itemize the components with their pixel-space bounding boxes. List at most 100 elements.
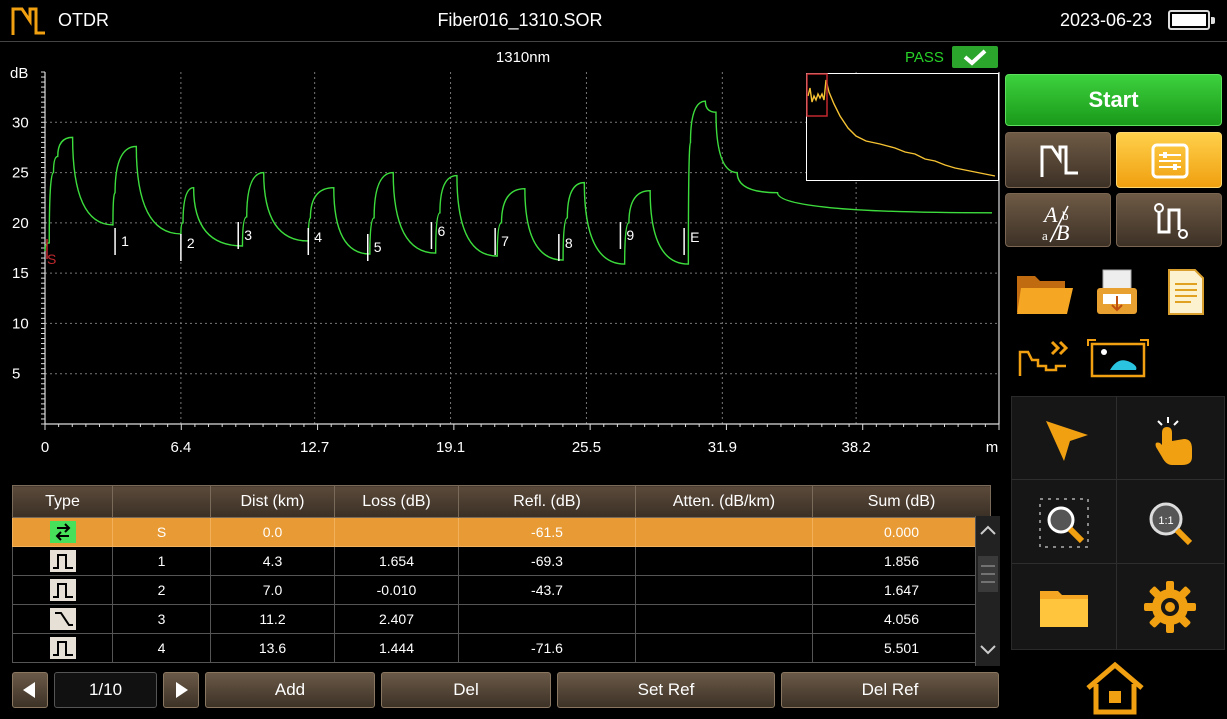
y-tick-label: dB [10, 65, 28, 82]
folder-open-icon[interactable] [1013, 266, 1077, 318]
table-settings-icon [1151, 143, 1189, 179]
add-event-button[interactable]: Add [205, 672, 375, 708]
cell-sum: 1.856 [812, 546, 991, 576]
save-file-icon[interactable] [1093, 266, 1145, 318]
hand-touch-icon [1155, 417, 1192, 465]
cell-sum: 4.056 [812, 604, 991, 634]
cell-refl: -61.5 [458, 517, 636, 547]
svg-text:B: B [1056, 220, 1069, 245]
zoom-reset-button[interactable]: 1:1 [1120, 483, 1220, 563]
file-name: Fiber016_1310.SOR [437, 10, 603, 30]
touch-mode-button[interactable] [1120, 399, 1220, 479]
table-scrollbar[interactable] [975, 516, 1000, 666]
triangle-left-icon [23, 682, 35, 698]
cell-refl: -69.3 [458, 546, 636, 576]
trace-view-button[interactable] [1005, 132, 1111, 188]
cell-loss: 2.407 [334, 604, 459, 634]
cell-event: 1 [112, 546, 211, 576]
x-tick-label: 19.1 [436, 439, 465, 456]
event-label: 8 [565, 235, 573, 251]
folder-icon [1040, 591, 1088, 627]
cell-dist: 13.6 [210, 633, 335, 663]
settings-button[interactable] [1120, 567, 1220, 647]
cell-loss: -0.010 [334, 575, 459, 605]
wavelength-label: 1310nm [496, 49, 550, 66]
cell-event: 4 [112, 633, 211, 663]
table-row[interactable]: S 0.0 -61.5 0.000 [12, 517, 991, 547]
y-tick-label: 25 [12, 165, 29, 182]
table-row[interactable]: 3 11.2 2.407 4.056 [12, 604, 991, 634]
page-indicator: 1/10 [54, 672, 157, 708]
x-tick-label: m [986, 439, 999, 456]
delete-event-button[interactable]: Del [381, 672, 551, 708]
svg-text:a: a [1042, 228, 1048, 243]
cell-sum: 1.647 [812, 575, 991, 605]
table-row[interactable]: 2 7.0 -0.010 -43.7 1.647 [12, 575, 991, 605]
cell-loss: 1.444 [334, 633, 459, 663]
cell-dist: 7.0 [210, 575, 335, 605]
event-markers: S 1 2 3 4 5 6 7 8 9 E [46, 222, 699, 267]
event-label: 6 [437, 223, 445, 239]
y-tick-label: 15 [12, 265, 29, 282]
otdr-trace-chart[interactable]: 1310nm S 1 2 3 4 5 6 7 8 9 E dB 30 25 20 15 10 5 0 6.4 12.7… [0, 44, 1005, 464]
cell-type [12, 546, 113, 576]
reflective-event-icon [49, 550, 76, 572]
reflective-event-icon [49, 637, 76, 659]
link-map-button[interactable] [1116, 193, 1222, 247]
cursor-mode-button[interactable] [1014, 399, 1114, 479]
pointer-arrow-icon [1046, 421, 1088, 461]
zoom-area-icon [1039, 498, 1089, 548]
reflective-event-icon [49, 579, 76, 601]
table-row[interactable]: 1 4.3 1.654 -69.3 1.856 [12, 546, 991, 576]
cell-type [12, 604, 113, 634]
cell-type [12, 575, 113, 605]
home-icon[interactable] [1082, 660, 1148, 716]
cell-atten [635, 633, 813, 663]
cell-dist: 0.0 [210, 517, 335, 547]
file-manager-button[interactable] [1014, 567, 1114, 647]
event-label: 9 [626, 227, 634, 243]
start-event-icon [49, 521, 76, 543]
prev-page-button[interactable] [12, 672, 48, 708]
header-dist: Dist (km) [210, 485, 335, 518]
trace-mode-icon [1040, 145, 1078, 177]
x-tick-label: 38.2 [842, 439, 871, 456]
cell-sum: 0.000 [812, 517, 991, 547]
cell-sum: 5.501 [812, 633, 991, 663]
scroll-up-icon [980, 525, 996, 535]
event-label: S [47, 251, 56, 267]
overview-thumbnail[interactable] [806, 73, 999, 181]
delete-ref-button[interactable]: Del Ref [781, 672, 999, 708]
event-table-button[interactable] [1116, 132, 1222, 188]
header-atten: Atten. (dB/km) [635, 485, 813, 518]
cell-dist: 11.2 [210, 604, 335, 634]
next-page-button[interactable] [163, 672, 199, 708]
set-ref-button[interactable]: Set Ref [557, 672, 775, 708]
cell-atten [635, 604, 813, 634]
report-document-icon[interactable] [1163, 266, 1209, 318]
svg-text:1:1: 1:1 [1158, 515, 1173, 527]
table-row[interactable]: 4 13.6 1.444 -71.6 5.501 [12, 633, 991, 663]
event-label: 4 [314, 229, 322, 245]
x-tick-label: 25.5 [572, 439, 601, 456]
pass-status: PASS [905, 49, 944, 66]
zoom-area-button[interactable] [1014, 483, 1114, 563]
checkmark-icon [952, 46, 998, 68]
event-label: 2 [187, 235, 195, 251]
x-tick-label: 0 [41, 439, 49, 456]
header-event [112, 485, 211, 518]
route-icon [1154, 203, 1188, 239]
header-refl: Refl. (dB) [458, 485, 636, 518]
y-tick-label: 20 [12, 215, 29, 232]
trace-compare-icon[interactable] [1016, 336, 1074, 382]
x-tick-label: 12.7 [300, 439, 329, 456]
battery-full-icon [1168, 10, 1215, 30]
event-table: Type Dist (km) Loss (dB) Refl. (dB) Atte… [12, 485, 999, 666]
cell-refl: -71.6 [458, 633, 636, 663]
event-label: 1 [121, 233, 129, 249]
header-loss: Loss (dB) [334, 485, 459, 518]
start-button[interactable]: Start [1005, 74, 1222, 126]
event-label: 3 [244, 227, 252, 243]
screenshot-icon[interactable] [1086, 336, 1150, 382]
ab-marker-button[interactable]: A b a B [1005, 193, 1111, 247]
